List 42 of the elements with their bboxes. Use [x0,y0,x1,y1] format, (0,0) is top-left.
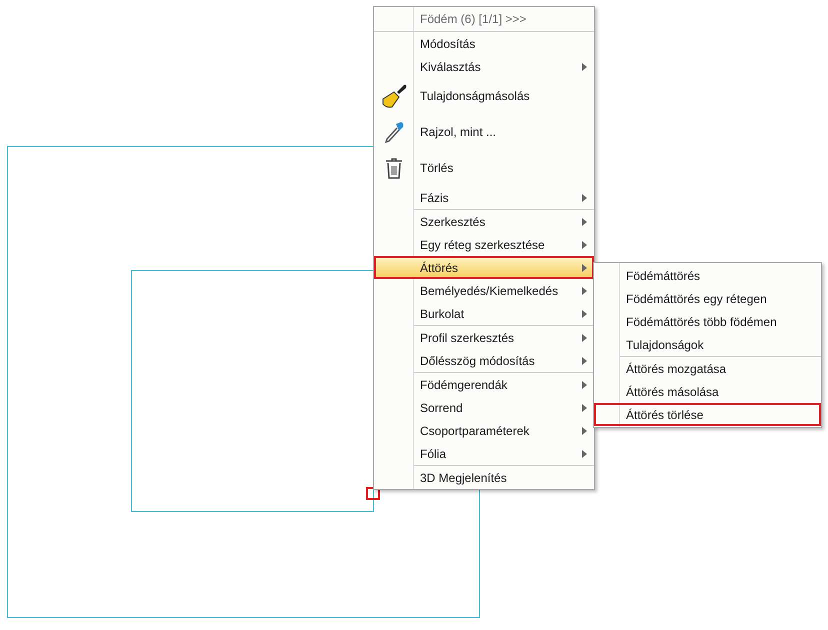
menu-item[interactable]: Törlés [374,150,594,186]
menu-item[interactable]: Födémáttörés [594,264,821,287]
submenu-arrow-icon [582,356,587,364]
submenu-arrow-icon [582,404,587,412]
submenu-arrow-icon [582,334,587,342]
menu-header: Födém (6) [1/1] >>> [374,7,594,32]
menu-item[interactable]: Födémáttörés egy rétegen [594,287,821,310]
menu-item[interactable]: Kiválasztás [374,55,594,78]
menu-item[interactable]: Áttörés mozgatása [594,357,821,380]
submenu-arrow-icon [582,218,587,226]
menu-item[interactable]: Tulajdonságok [594,333,821,356]
menu-item[interactable]: Módosítás [374,32,594,55]
submenu-arrow-icon [582,380,587,388]
menu-item[interactable]: Áttörés másolása [594,380,821,403]
menu-item[interactable]: Csoportparaméterek [374,419,594,442]
menu-item[interactable]: Bemélyedés/Kiemelkedés [374,279,594,302]
menu-item[interactable]: Burkolat [374,302,594,325]
submenu-arrow-icon [582,240,587,248]
submenu-arrow-icon [582,426,587,434]
eyedropper-icon [383,120,405,144]
menu-item[interactable]: Födémgerendák [374,373,594,396]
menu-item[interactable]: Fázis [374,186,594,209]
menu-item[interactable]: Dőlésszög módosítás [374,349,594,372]
trash-icon [384,156,404,180]
paintbrush-icon [380,82,408,110]
menu-item[interactable]: Födémáttörés több födémen [594,310,821,333]
menu-item[interactable]: Fólia [374,442,594,465]
menu-item[interactable]: Profil szerkesztés [374,326,594,349]
menu-item[interactable]: Szerkesztés [374,210,594,233]
menu-item[interactable]: Sorrend [374,396,594,419]
menu-item[interactable]: Áttörés törlése [594,403,821,426]
submenu-arrow-icon [582,194,587,202]
menu-item[interactable]: Áttörés [374,256,594,279]
menu-item[interactable]: Rajzol, mint ... [374,114,594,150]
menu-item[interactable]: Egy réteg szerkesztése [374,233,594,256]
submenu-arrow-icon [582,310,587,318]
menu-item[interactable]: 3D Megjelenítés [374,466,594,489]
submenu-arrow-icon [582,450,587,458]
submenu-arrow-icon [582,62,587,70]
submenu-arrow-icon [582,264,587,272]
menu-item[interactable]: Tulajdonságmásolás [374,78,594,114]
submenu-arrow-icon [582,286,587,294]
